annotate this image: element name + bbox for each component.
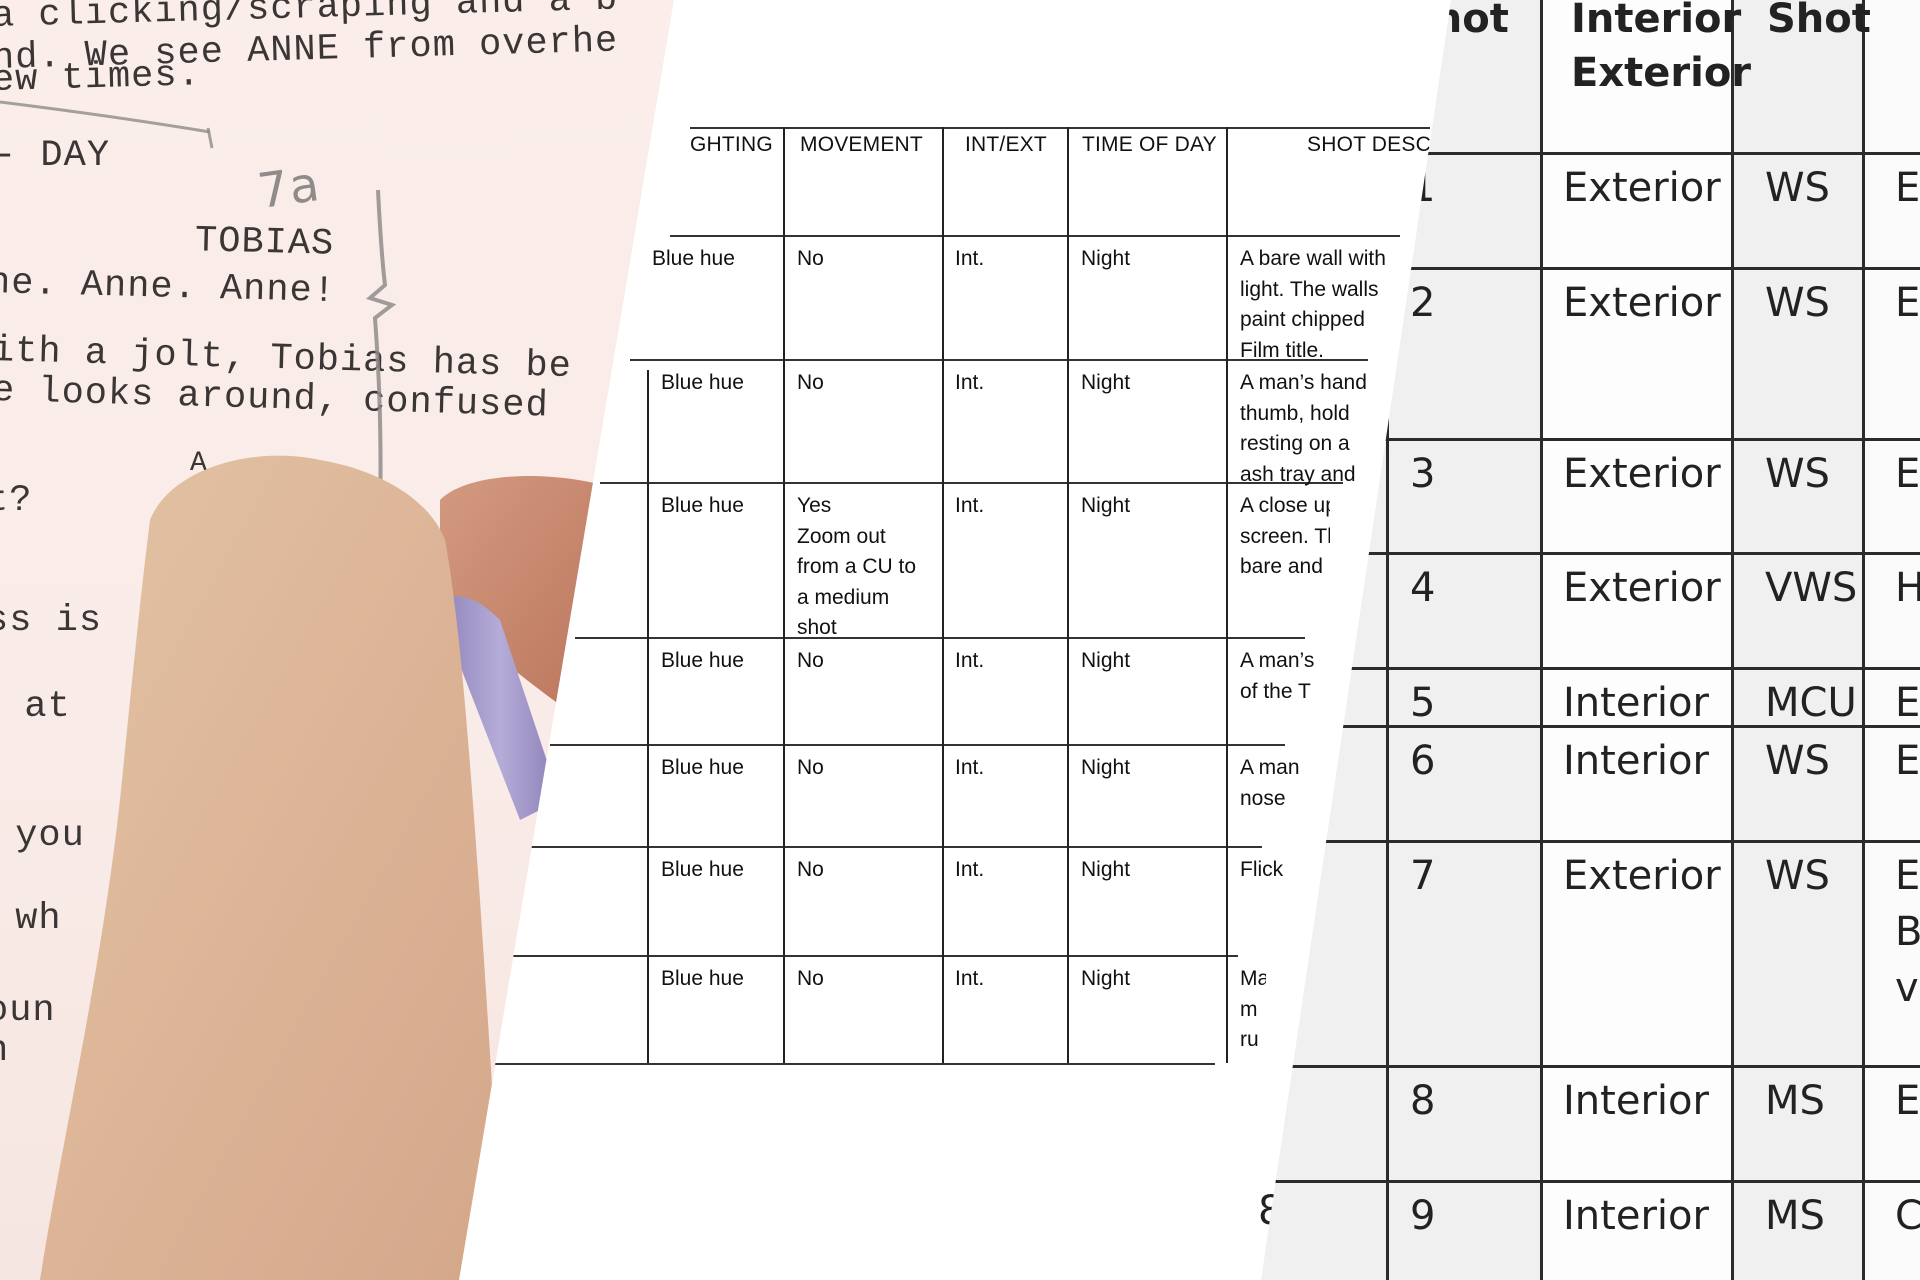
column-divider bbox=[1067, 127, 1069, 1063]
movement-cell: No bbox=[797, 858, 824, 881]
int-ext-cell: Int. bbox=[955, 371, 985, 394]
lighting-cell: Blue hue bbox=[661, 967, 744, 990]
shot-description-cell: A close up screen. Th bare and bbox=[1240, 494, 1330, 578]
time-of-day-cell: Night bbox=[1081, 371, 1131, 394]
shot-description-cell: E bbox=[1895, 451, 1920, 497]
shot-type-cell: WS bbox=[1765, 280, 1830, 326]
shot-description-cell: E B v bbox=[1895, 853, 1920, 1011]
header-time-of-day: TIME OF DAY bbox=[1082, 133, 1217, 156]
shot-number-cell: 8 bbox=[1410, 1078, 1436, 1124]
interior-exterior-cell: Interior bbox=[1563, 1193, 1709, 1239]
movement-cell: No bbox=[797, 247, 824, 270]
column-divider bbox=[647, 370, 649, 1063]
int-ext-cell: Int. bbox=[955, 649, 985, 672]
header-shot-description: SHOT DESC bbox=[1307, 133, 1431, 156]
int-ext-cell: Int. bbox=[955, 858, 985, 881]
shot-type-cell: MS bbox=[1765, 1193, 1825, 1239]
time-of-day-cell: Night bbox=[1081, 649, 1131, 672]
shot-description-cell: E bbox=[1895, 165, 1920, 211]
row-divider bbox=[690, 127, 1430, 129]
lighting-cell: Blue hue bbox=[661, 371, 744, 394]
lighting-cell: Blue hue bbox=[661, 649, 744, 672]
shot-description-cell: E bbox=[1895, 280, 1920, 326]
shot-number-cell: 5 bbox=[1410, 680, 1436, 726]
shot-description-cell: Flick bbox=[1240, 858, 1284, 881]
lighting-cell: Blue hue bbox=[661, 858, 744, 881]
shot-description-cell: E bbox=[1895, 1078, 1920, 1124]
interior-exterior-cell: Interior bbox=[1563, 1078, 1709, 1124]
interior-exterior-cell: Interior bbox=[1563, 680, 1709, 726]
interior-exterior-cell: Exterior bbox=[1563, 565, 1721, 611]
shot-number-cell: 6 bbox=[1410, 738, 1436, 784]
column-divider bbox=[1862, 0, 1865, 1280]
row-divider bbox=[575, 637, 1305, 639]
int-ext-cell: Int. bbox=[955, 494, 985, 517]
shot-description-cell: C bbox=[1895, 1193, 1920, 1239]
row-divider bbox=[550, 744, 1285, 746]
shot-description-cell: A man’s of the T bbox=[1240, 649, 1315, 703]
shot-type-cell: MCU bbox=[1765, 680, 1857, 726]
shot-number-cell: 2 bbox=[1410, 280, 1436, 326]
shot-description-cell: E bbox=[1895, 680, 1920, 726]
movement-cell: No bbox=[797, 756, 824, 779]
shot-type-cell: VWS bbox=[1765, 565, 1858, 611]
shot-description-cell: A man’s hand thumb, hold resting on a as… bbox=[1240, 371, 1367, 486]
time-of-day-cell: Night bbox=[1081, 858, 1131, 881]
shot-description-cell: A man nose bbox=[1240, 756, 1300, 810]
shot-number-cell: 4 bbox=[1410, 565, 1436, 611]
shot-description-cell: E bbox=[1895, 738, 1920, 784]
row-divider bbox=[670, 235, 1400, 237]
column-divider bbox=[1226, 127, 1228, 1063]
movement-cell: No bbox=[797, 649, 824, 672]
shot-type-cell: WS bbox=[1765, 451, 1830, 497]
time-of-day-cell: Night bbox=[1081, 494, 1131, 517]
shot-type-cell: WS bbox=[1765, 738, 1830, 784]
lighting-cell: Blue hue bbox=[661, 756, 744, 779]
header-shot: Shot bbox=[1767, 0, 1871, 42]
shot-type-cell: WS bbox=[1765, 853, 1830, 899]
column-divider bbox=[942, 127, 944, 1063]
interior-exterior-cell: Exterior bbox=[1563, 280, 1721, 326]
lighting-cell: Blue hue bbox=[661, 494, 744, 517]
header-lighting: GHTING bbox=[690, 133, 773, 156]
movement-cell: No bbox=[797, 967, 824, 990]
time-of-day-cell: Night bbox=[1081, 967, 1131, 990]
header-int-ext: INT/EXT bbox=[965, 133, 1047, 156]
column-divider bbox=[1731, 0, 1734, 1280]
header-movement: MOVEMENT bbox=[800, 133, 923, 156]
time-of-day-cell: Night bbox=[1081, 756, 1131, 779]
shot-description-cell: Ma m ru bbox=[1240, 967, 1266, 1051]
int-ext-cell: Int. bbox=[955, 967, 985, 990]
interior-exterior-cell: Exterior bbox=[1563, 853, 1721, 899]
header-interior-exterior: Interior Exterior bbox=[1571, 0, 1752, 96]
shot-type-cell: WS bbox=[1765, 165, 1830, 211]
shot-number-cell: 3 bbox=[1410, 451, 1436, 497]
row-divider bbox=[510, 955, 1238, 957]
column-divider bbox=[783, 127, 785, 1063]
row-divider bbox=[530, 846, 1262, 848]
finger bbox=[40, 455, 500, 1280]
row-divider bbox=[600, 482, 1343, 484]
interior-exterior-cell: Exterior bbox=[1563, 451, 1721, 497]
row-divider bbox=[1200, 1180, 1920, 1183]
interior-exterior-cell: Interior bbox=[1563, 738, 1709, 784]
row-divider bbox=[490, 1063, 1215, 1065]
column-divider bbox=[1540, 0, 1543, 1280]
time-of-day-cell: Night bbox=[1081, 247, 1131, 270]
shot-number-cell: 7 bbox=[1410, 853, 1436, 899]
movement-cell: No bbox=[797, 371, 824, 394]
shot-description-cell: A bare wall with light. The walls paint … bbox=[1240, 247, 1386, 362]
int-ext-cell: Int. bbox=[955, 247, 985, 270]
int-ext-cell: Int. bbox=[955, 756, 985, 779]
shot-number-cell: 9 bbox=[1410, 1193, 1436, 1239]
shot-type-cell: MS bbox=[1765, 1078, 1825, 1124]
interior-exterior-cell: Exterior bbox=[1563, 165, 1721, 211]
movement-cell: Yes Zoom out from a CU to a medium shot bbox=[797, 494, 917, 639]
lighting-cell: Blue hue bbox=[652, 247, 735, 270]
row-divider bbox=[1200, 1065, 1920, 1068]
shot-description-cell: H bbox=[1895, 565, 1920, 611]
